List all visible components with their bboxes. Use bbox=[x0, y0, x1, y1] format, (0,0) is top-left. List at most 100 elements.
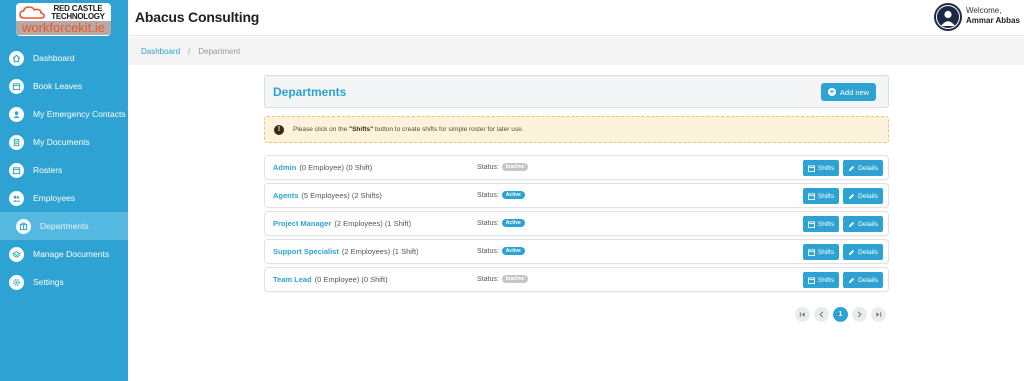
calendar-icon bbox=[9, 162, 24, 178]
department-name-link[interactable]: Admin bbox=[273, 163, 296, 172]
info-notice: ! Please click on the "Shifts" button to… bbox=[264, 116, 889, 143]
status-badge: Active bbox=[501, 219, 525, 227]
details-button[interactable]: Details bbox=[843, 188, 883, 204]
welcome-label: Welcome, bbox=[966, 6, 1002, 15]
details-button[interactable]: Details bbox=[843, 160, 883, 176]
add-new-button[interactable]: + Add new bbox=[821, 83, 876, 101]
sidebar-item-label: Manage Documents bbox=[33, 249, 110, 259]
welcome-text[interactable]: Welcome, Ammar Abbas bbox=[966, 6, 1020, 26]
first-page-icon bbox=[799, 312, 805, 317]
department-name-link[interactable]: Team Lead bbox=[273, 275, 312, 284]
sidebar-item-emergency-contacts[interactable]: My Emergency Contacts bbox=[0, 100, 128, 128]
calendar-icon bbox=[807, 276, 815, 284]
department-status: Status: Active bbox=[477, 247, 525, 255]
breadcrumb: Dashboard / Department bbox=[141, 47, 240, 56]
shifts-button[interactable]: Shifts bbox=[803, 272, 839, 288]
logo-text-domain: workforcekit.ie bbox=[16, 21, 111, 35]
add-new-label: Add new bbox=[839, 87, 870, 97]
pagination: 1 bbox=[795, 307, 890, 322]
pencil-icon bbox=[848, 221, 855, 227]
last-page-icon bbox=[876, 312, 882, 317]
table-row: Admin (0 Employee) (0 Shift) Status: Inact… bbox=[264, 155, 889, 180]
department-status: Status: Inactive bbox=[477, 163, 529, 171]
sidebar-item-label: Settings bbox=[33, 277, 64, 287]
table-row: Project Manager (2 Employees) (1 Shift) S… bbox=[264, 211, 889, 236]
top-header: Abacus Consulting Welcome, Ammar Abbas bbox=[128, 0, 1024, 36]
breadcrumb-current: Department bbox=[198, 47, 241, 56]
sidebar-item-departments[interactable]: Departments bbox=[0, 212, 128, 240]
sidebar-item-label: Employees bbox=[33, 193, 76, 203]
department-info: Agents (5 Employees) (2 Shifts) bbox=[273, 191, 382, 200]
sidebar-item-employees[interactable]: Employees bbox=[0, 184, 128, 212]
company-logo[interactable]: RED CASTLE TECHNOLOGY workforcekit.ie bbox=[16, 3, 111, 36]
pencil-icon bbox=[848, 277, 855, 283]
sidebar-item-rosters[interactable]: Rosters bbox=[0, 156, 128, 184]
sidebar-item-settings[interactable]: Settings bbox=[0, 268, 128, 296]
gear-icon bbox=[9, 274, 24, 290]
shifts-button[interactable]: Shifts bbox=[803, 244, 839, 260]
shifts-button[interactable]: Shifts bbox=[803, 216, 839, 232]
plus-icon: + bbox=[827, 87, 836, 96]
user-name: Ammar Abbas bbox=[966, 16, 1020, 25]
sidebar-item-label: Departments bbox=[40, 221, 89, 231]
details-button[interactable]: Details bbox=[843, 244, 883, 260]
table-row: Support Specialist (2 Employees) (1 Shift… bbox=[264, 239, 889, 264]
sidebar-item-my-documents[interactable]: My Documents bbox=[0, 128, 128, 156]
table-row: Team Lead (0 Employee) (0 Shift) Status: I… bbox=[264, 267, 889, 292]
calendar-icon bbox=[9, 78, 24, 94]
sidebar-item-manage-documents[interactable]: Manage Documents bbox=[0, 240, 128, 268]
user-avatar-icon bbox=[937, 6, 959, 28]
calendar-icon bbox=[807, 220, 815, 228]
department-info: Support Specialist (2 Employees) (1 Shift… bbox=[273, 247, 419, 256]
calendar-icon bbox=[807, 192, 815, 200]
sidebar-item-dashboard[interactable]: Dashboard bbox=[0, 44, 128, 72]
building-icon bbox=[16, 218, 31, 234]
first-page-button[interactable] bbox=[795, 307, 810, 322]
sidebar-item-label: Dashboard bbox=[33, 53, 75, 63]
status-badge: Active bbox=[501, 191, 525, 199]
breadcrumb-link-dashboard[interactable]: Dashboard bbox=[141, 47, 180, 56]
sidebar-item-book-leaves[interactable]: Book Leaves bbox=[0, 72, 128, 100]
status-badge: Active bbox=[501, 247, 525, 255]
calendar-icon bbox=[807, 164, 815, 172]
breadcrumb-separator: / bbox=[188, 47, 191, 56]
page-button-current[interactable]: 1 bbox=[833, 307, 848, 322]
department-name-link[interactable]: Agents bbox=[273, 191, 298, 200]
users-icon bbox=[9, 190, 24, 206]
details-button[interactable]: Details bbox=[843, 272, 883, 288]
department-status: Status: Active bbox=[477, 191, 525, 199]
document-icon bbox=[9, 134, 24, 150]
department-status: Status: Active bbox=[477, 219, 525, 227]
shifts-button[interactable]: Shifts bbox=[803, 160, 839, 176]
layers-icon bbox=[9, 246, 24, 262]
chevron-right-icon bbox=[857, 311, 862, 318]
sidebar-item-label: My Emergency Contacts bbox=[33, 109, 126, 119]
department-info: Project Manager (2 Employees) (1 Shift) bbox=[273, 219, 412, 228]
department-name-link[interactable]: Support Specialist bbox=[273, 247, 339, 256]
page-title: Departments bbox=[273, 85, 347, 99]
status-badge: Inactive bbox=[501, 275, 529, 283]
sidebar: RED CASTLE TECHNOLOGY workforcekit.ie Da… bbox=[0, 0, 128, 381]
company-name: Abacus Consulting bbox=[135, 9, 260, 25]
info-icon: ! bbox=[274, 124, 284, 135]
calendar-icon bbox=[807, 248, 815, 256]
details-button[interactable]: Details bbox=[843, 216, 883, 232]
next-page-button[interactable] bbox=[852, 307, 867, 322]
user-icon bbox=[9, 106, 24, 122]
department-info: Team Lead (0 Employee) (0 Shift) bbox=[273, 275, 388, 284]
department-name-link[interactable]: Project Manager bbox=[273, 219, 331, 228]
last-page-button[interactable] bbox=[871, 307, 886, 322]
shifts-button[interactable]: Shifts bbox=[803, 188, 839, 204]
department-info: Admin (0 Employee) (0 Shift) bbox=[273, 163, 373, 172]
sidebar-item-label: Rosters bbox=[33, 165, 63, 175]
home-icon bbox=[9, 50, 24, 66]
avatar[interactable] bbox=[934, 3, 962, 31]
chevron-left-icon bbox=[819, 311, 824, 318]
table-row: Agents (5 Employees) (2 Shifts) Status: Ac… bbox=[264, 183, 889, 208]
pencil-icon bbox=[848, 249, 855, 255]
department-status: Status: Inactive bbox=[477, 275, 529, 283]
status-badge: Inactive bbox=[501, 163, 529, 171]
sidebar-item-label: My Documents bbox=[33, 137, 90, 147]
previous-page-button[interactable] bbox=[814, 307, 829, 322]
pencil-icon bbox=[848, 165, 855, 171]
